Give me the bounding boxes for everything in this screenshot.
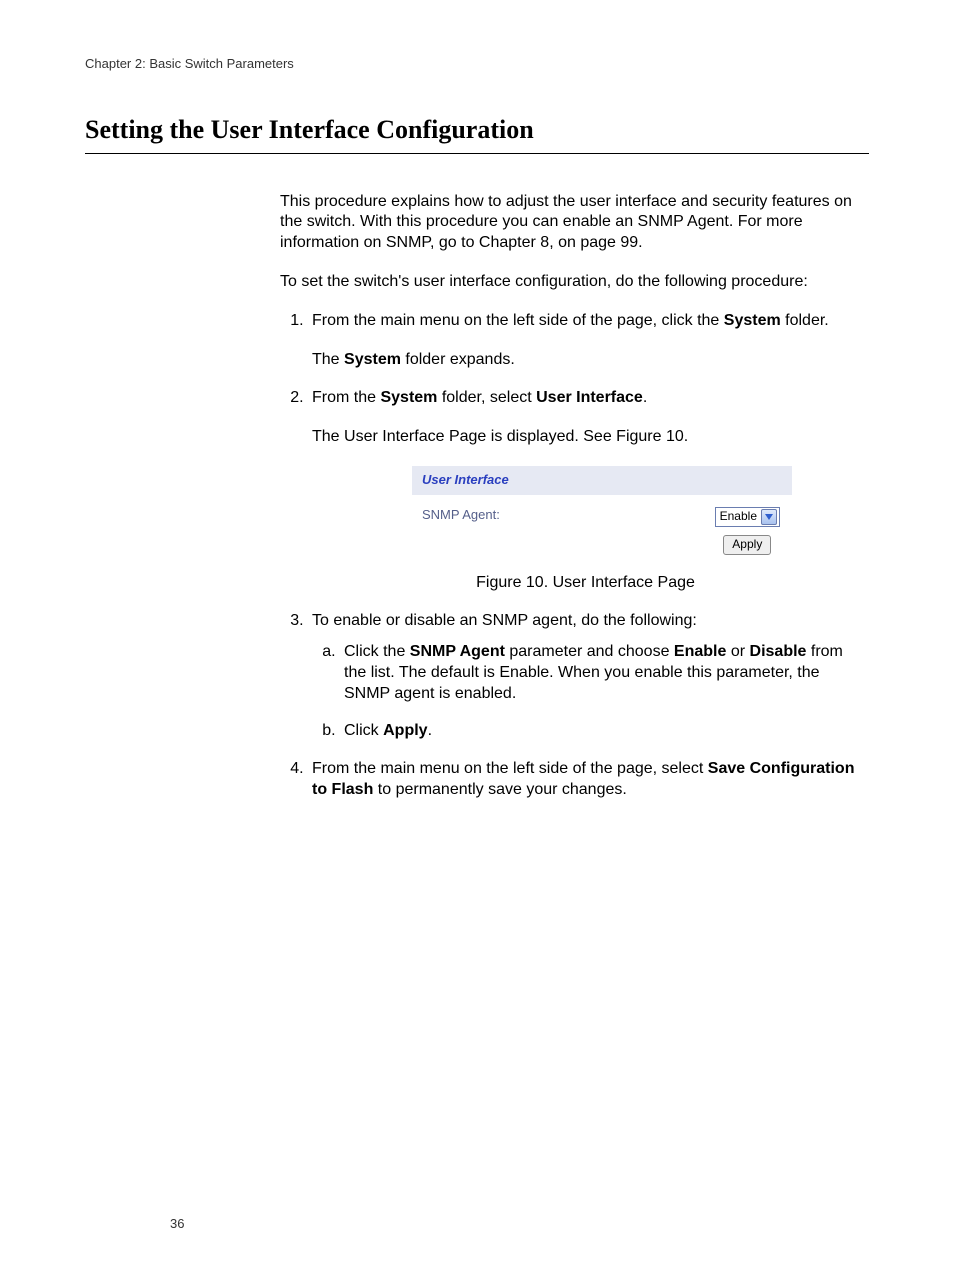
bold-system: System	[380, 389, 437, 406]
intro-paragraph-2: To set the switch's user interface confi…	[280, 272, 859, 293]
intro-paragraph-1: This procedure explains how to adjust th…	[280, 192, 859, 254]
bold-snmp-agent: SNMP Agent	[410, 643, 505, 660]
step-3: To enable or disable an SNMP agent, do t…	[308, 611, 859, 741]
text: or	[726, 643, 749, 660]
text: From the main menu on the left side of t…	[312, 312, 724, 329]
apply-button[interactable]: Apply	[723, 535, 771, 555]
snmp-agent-label: SNMP Agent:	[422, 507, 500, 524]
substep-b: Click Apply.	[340, 721, 859, 742]
text: folder, select	[437, 389, 536, 406]
text: .	[428, 722, 432, 739]
text: to permanently save your changes.	[373, 781, 626, 798]
user-interface-panel: User Interface SNMP Agent: Enable Ap	[412, 466, 792, 568]
text: folder expands.	[401, 351, 515, 368]
text: .	[643, 389, 647, 406]
panel-header: User Interface	[412, 466, 792, 495]
bold-user-interface: User Interface	[536, 389, 643, 406]
figure-caption: Figure 10. User Interface Page	[312, 573, 859, 594]
bold-system: System	[724, 312, 781, 329]
substeps-list: Click the SNMP Agent parameter and choos…	[312, 642, 859, 741]
bold-apply: Apply	[383, 722, 427, 739]
chevron-down-icon	[761, 509, 777, 525]
text: The	[312, 351, 344, 368]
text: folder.	[781, 312, 829, 329]
text: From the	[312, 389, 380, 406]
substep-a: Click the SNMP Agent parameter and choos…	[340, 642, 859, 704]
chapter-header: Chapter 2: Basic Switch Parameters	[85, 56, 869, 73]
figure-10: User Interface SNMP Agent: Enable Ap	[412, 466, 792, 568]
text: parameter and choose	[505, 643, 674, 660]
panel-controls: Enable Apply	[715, 507, 780, 555]
page-title: Setting the User Interface Configuration	[85, 113, 869, 149]
steps-list: From the main menu on the left side of t…	[280, 311, 859, 801]
content-body: This procedure explains how to adjust th…	[280, 192, 859, 801]
step-4: From the main menu on the left side of t…	[308, 759, 859, 801]
step-1: From the main menu on the left side of t…	[308, 311, 859, 371]
text: Click	[344, 722, 383, 739]
panel-row-snmp: SNMP Agent: Enable Apply	[412, 495, 792, 555]
snmp-agent-dropdown[interactable]: Enable	[715, 507, 780, 527]
title-divider	[85, 153, 869, 154]
step-2-result: The User Interface Page is displayed. Se…	[312, 427, 859, 448]
dropdown-value: Enable	[720, 509, 761, 525]
text: To enable or disable an SNMP agent, do t…	[312, 612, 697, 629]
bold-system: System	[344, 351, 401, 368]
bold-enable: Enable	[674, 643, 726, 660]
text: Click the	[344, 643, 410, 660]
step-2: From the System folder, select User Inte…	[308, 388, 859, 593]
text: From the main menu on the left side of t…	[312, 760, 708, 777]
page-number: 36	[170, 1216, 184, 1233]
bold-disable: Disable	[750, 643, 807, 660]
